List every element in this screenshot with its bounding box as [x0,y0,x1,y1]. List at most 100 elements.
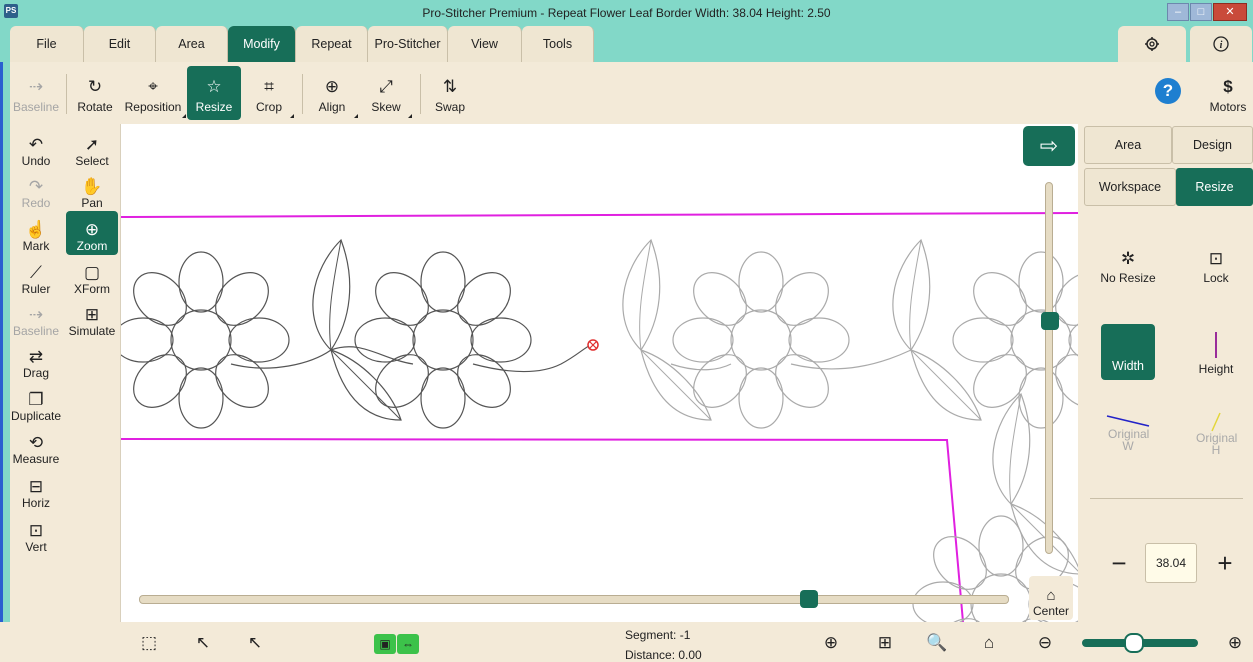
horiz-lock-button[interactable]: ⊟ Horiz [10,468,62,512]
tool-label: Baseline [12,324,60,338]
simulate-button[interactable]: ⊞ Simulate [66,296,118,340]
simulate-icon: ⊞ [84,305,100,324]
info-icon: i [1213,36,1229,52]
motors-button[interactable]: $ Motors [1206,66,1250,120]
tab-edit[interactable]: Edit [84,26,156,62]
toolbar-baseline-button[interactable]: ⇢ Baseline [13,66,59,120]
xform-button[interactable]: ▢ XForm [66,254,118,298]
settings-button[interactable] [1118,26,1186,62]
maximize-button[interactable]: □ [1190,3,1212,21]
measure-button[interactable]: ⟲ Measure [10,424,62,468]
vertical-scroll-slider[interactable] [1045,182,1053,554]
select-icon: ➚ [84,135,100,154]
link-toggle-button[interactable]: ⇔ [397,634,419,654]
ruler-button[interactable]: ⟋ Ruler [10,254,62,298]
option-label: Original W [1108,427,1150,453]
tab-tools[interactable]: Tools [522,26,594,62]
ruler-icon: ⟋ [30,263,42,282]
zoom-button[interactable]: ⊕ Zoom [66,211,118,255]
decrease-button[interactable]: − [1104,547,1134,579]
tab-design-panel[interactable]: Design [1172,126,1253,164]
sew-toggle-button[interactable]: ▣ [374,634,396,654]
zoom-in-button[interactable]: ⊕ [1222,630,1248,656]
no-resize-option[interactable]: ✲ No Resize [1098,250,1158,286]
zoom-actual-button[interactable]: 🔍 [924,630,950,656]
tab-modify[interactable]: Modify [228,26,296,62]
mark-icon: ☝ [25,220,47,239]
select-start-button[interactable]: ↖ [190,630,216,656]
original-h-option[interactable]: Original H [1186,412,1246,456]
drag-button[interactable]: ⇄ Drag [10,338,62,382]
toolbar-reposition-button[interactable]: ⌖ Reposition [122,66,184,120]
tool-label: Horiz [21,496,50,510]
info-button[interactable]: i [1190,26,1252,62]
lock-icon: ⊡ [1208,249,1224,268]
stitch-design [121,212,1078,622]
app-window: PS Pro-Stitcher Premium - Repeat Flower … [0,0,1253,662]
title-bar: PS Pro-Stitcher Premium - Repeat Flower … [0,0,1253,26]
size-value-field[interactable]: 38.04 [1145,543,1197,583]
design-canvas[interactable] [120,124,1078,622]
tab-resize-panel[interactable]: Resize [1176,168,1253,206]
home-icon: ⌂ [983,633,995,652]
toolbar-label: Swap [434,100,466,114]
tab-area[interactable]: Area [156,26,228,62]
duplicate-button[interactable]: ❐ Duplicate [10,381,62,425]
zoom-image-button[interactable]: ⊞ [872,630,898,656]
mark-button[interactable]: ☝ Mark [10,211,62,255]
pan-button[interactable]: ✋ Pan [66,168,118,212]
toolbar-skew-button[interactable]: ⤢ Skew [364,66,408,120]
lock-option[interactable]: ⊡ Lock [1186,249,1246,286]
increase-button[interactable]: + [1210,547,1240,579]
help-icon[interactable]: ? [1155,78,1181,104]
status-bar: ⬚ ↖ ↖ ▣ ⇔ Segment: -1 Distance: 0.00 ⊕ ⊞… [0,622,1253,662]
zoom-design-button[interactable]: ⊕ [818,630,844,656]
tab-view[interactable]: View [448,26,522,62]
horizontal-scroll-slider[interactable] [139,595,1009,604]
tab-file[interactable]: File [10,26,84,62]
baseline-button[interactable]: ⇢ Baseline [10,296,62,340]
width-option[interactable]: Width [1101,324,1155,380]
height-icon [1215,332,1217,358]
select-all-button[interactable]: ⬚ [136,630,162,656]
measure-icon: ⟲ [28,433,44,452]
reposition-icon: ⌖ [148,77,158,96]
tab-area-panel[interactable]: Area [1084,126,1172,164]
toolbar-crop-button[interactable]: ⌗ Crop [248,66,290,120]
distance-label: Distance: [625,648,676,662]
original-w-option[interactable]: Original W [1098,414,1158,452]
zoom-slider-thumb[interactable] [1124,633,1144,653]
zoom-out-button[interactable]: ⊖ [1032,630,1058,656]
undo-button[interactable]: ↶ Undo [10,126,62,170]
tab-repeat[interactable]: Repeat [296,26,368,62]
original-width-icon [1106,415,1150,427]
next-arrow-button[interactable]: ⇨ [1023,126,1075,166]
minimize-button[interactable]: – [1167,3,1189,21]
dropdown-indicator [290,114,294,118]
select-end-button[interactable]: ↖ [242,630,268,656]
tool-label: Vert [25,540,47,554]
toolbar-align-button[interactable]: ⊕ Align [310,66,354,120]
vertical-slider-thumb[interactable] [1041,312,1059,330]
horizontal-slider-thumb[interactable] [800,590,818,608]
home-view-button[interactable]: ⌂ [976,630,1002,656]
tool-label: Pan [81,196,103,210]
height-option[interactable]: Height [1186,332,1246,376]
close-button[interactable]: ✕ [1213,3,1247,21]
zoom-image-icon: ⊞ [877,633,893,652]
redo-button[interactable]: ↷ Redo [10,168,62,212]
tab-workspace-panel[interactable]: Workspace [1084,168,1176,206]
tab-pro-stitcher[interactable]: Pro-Stitcher [368,26,448,62]
toolbar-resize-button[interactable]: ☆ Resize [187,66,241,120]
home-icon: ⌂ [1046,587,1056,604]
vert-lock-button[interactable]: ⊡ Vert [10,512,62,556]
zoom-icon: ⊕ [84,220,100,239]
zoom-actual-icon: 🔍 [926,633,948,652]
dropdown-indicator [182,114,186,118]
toolbar-rotate-button[interactable]: ↻ Rotate [74,66,116,120]
center-button[interactable]: ⌂ Center [1029,576,1073,620]
toolbar-swap-button[interactable]: ⇅ Swap [428,66,472,120]
arrow-right-icon: ⇨ [1039,133,1059,158]
toolbar-divider [420,74,421,114]
select-button[interactable]: ➚ Select [66,126,118,170]
